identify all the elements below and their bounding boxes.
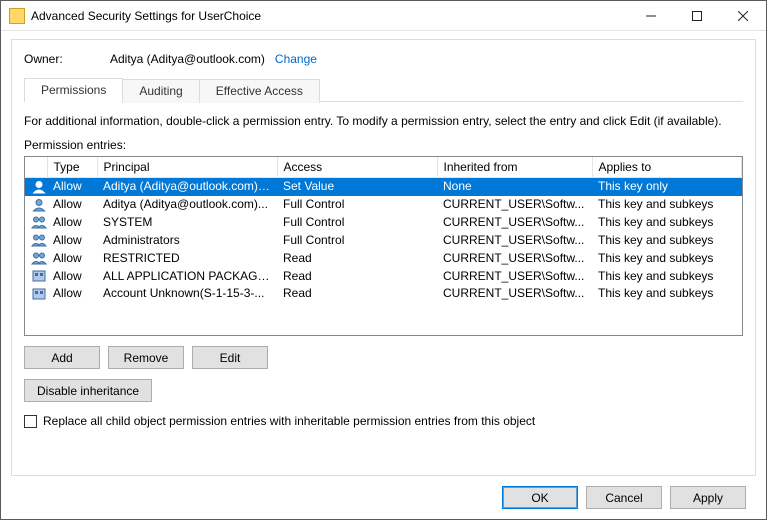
- row-applies: This key and subkeys: [592, 285, 742, 303]
- add-button[interactable]: Add: [24, 346, 100, 369]
- col-access-header[interactable]: Access: [277, 157, 437, 178]
- row-applies: This key and subkeys: [592, 249, 742, 267]
- principal-icon: [31, 215, 47, 229]
- row-access: Read: [277, 249, 437, 267]
- disable-inheritance-button[interactable]: Disable inheritance: [24, 379, 152, 402]
- principal-icon: [31, 180, 47, 194]
- ok-button[interactable]: OK: [502, 486, 578, 509]
- row-applies: This key and subkeys: [592, 231, 742, 249]
- window-title: Advanced Security Settings for UserChoic…: [31, 9, 628, 23]
- row-inherited: CURRENT_USER\Softw...: [437, 267, 592, 285]
- panel: Owner: Aditya (Aditya@outlook.com) Chang…: [11, 39, 756, 476]
- tab-effective-access[interactable]: Effective Access: [199, 79, 320, 103]
- window: Advanced Security Settings for UserChoic…: [0, 0, 767, 520]
- owner-name: Aditya (Aditya@outlook.com): [110, 52, 265, 66]
- close-button[interactable]: [720, 1, 766, 31]
- row-icon-cell: [25, 178, 47, 196]
- inheritance-buttons: Disable inheritance: [24, 379, 743, 402]
- row-icon-cell: [25, 231, 47, 249]
- col-icon-header[interactable]: [25, 157, 47, 178]
- row-inherited: CURRENT_USER\Softw...: [437, 231, 592, 249]
- row-icon-cell: [25, 285, 47, 303]
- row-principal: Administrators: [97, 231, 277, 249]
- row-inherited: None: [437, 178, 592, 196]
- row-access: Read: [277, 267, 437, 285]
- row-principal: Account Unknown(S-1-15-3-...: [97, 285, 277, 303]
- row-type: Allow: [47, 178, 97, 196]
- dialog-buttons: OK Cancel Apply: [11, 476, 756, 519]
- row-principal: RESTRICTED: [97, 249, 277, 267]
- row-access: Full Control: [277, 231, 437, 249]
- permission-table[interactable]: Type Principal Access Inherited from App…: [24, 156, 743, 336]
- row-applies: This key and subkeys: [592, 214, 742, 232]
- table-row[interactable]: AllowSYSTEMFull ControlCURRENT_USER\Soft…: [25, 214, 742, 232]
- edit-button[interactable]: Edit: [192, 346, 268, 369]
- tab-permissions[interactable]: Permissions: [24, 78, 123, 102]
- tabstrip: Permissions Auditing Effective Access: [24, 78, 743, 102]
- owner-row: Owner: Aditya (Aditya@outlook.com) Chang…: [24, 52, 743, 66]
- col-principal-header[interactable]: Principal: [97, 157, 277, 178]
- row-type: Allow: [47, 285, 97, 303]
- row-applies: This key and subkeys: [592, 196, 742, 214]
- cancel-button[interactable]: Cancel: [586, 486, 662, 509]
- row-principal: Aditya (Aditya@outlook.com)...: [97, 196, 277, 214]
- table-row[interactable]: AllowAccount Unknown(S-1-15-3-...ReadCUR…: [25, 285, 742, 303]
- entries-label: Permission entries:: [24, 138, 743, 152]
- row-type: Allow: [47, 249, 97, 267]
- row-access: Read: [277, 285, 437, 303]
- minimize-button[interactable]: [628, 1, 674, 31]
- replace-checkbox-row: Replace all child object permission entr…: [24, 414, 743, 428]
- change-owner-link[interactable]: Change: [275, 52, 317, 66]
- row-icon-cell: [25, 214, 47, 232]
- principal-icon: [31, 287, 47, 301]
- tab-auditing[interactable]: Auditing: [122, 79, 199, 103]
- table-row[interactable]: AllowAditya (Aditya@outlook.com)...Full …: [25, 196, 742, 214]
- remove-button[interactable]: Remove: [108, 346, 184, 369]
- entry-buttons: Add Remove Edit: [24, 346, 743, 369]
- row-inherited: CURRENT_USER\Softw...: [437, 285, 592, 303]
- row-type: Allow: [47, 231, 97, 249]
- col-type-header[interactable]: Type: [47, 157, 97, 178]
- row-type: Allow: [47, 196, 97, 214]
- principal-icon: [31, 198, 47, 212]
- owner-label: Owner:: [24, 52, 110, 66]
- principal-icon: [31, 269, 47, 283]
- row-principal: SYSTEM: [97, 214, 277, 232]
- row-type: Allow: [47, 214, 97, 232]
- row-icon-cell: [25, 249, 47, 267]
- row-type: Allow: [47, 267, 97, 285]
- table-row[interactable]: AllowAditya (Aditya@outlook.com) ...Set …: [25, 178, 742, 196]
- col-inherited-header[interactable]: Inherited from: [437, 157, 592, 178]
- titlebar: Advanced Security Settings for UserChoic…: [1, 1, 766, 31]
- row-access: Full Control: [277, 214, 437, 232]
- table-row[interactable]: AllowRESTRICTEDReadCURRENT_USER\Softw...…: [25, 249, 742, 267]
- principal-icon: [31, 251, 47, 265]
- row-applies: This key only: [592, 178, 742, 196]
- info-text: For additional information, double-click…: [24, 114, 743, 128]
- col-applies-header[interactable]: Applies to: [592, 157, 742, 178]
- row-icon-cell: [25, 196, 47, 214]
- row-principal: ALL APPLICATION PACKAGES: [97, 267, 277, 285]
- row-inherited: CURRENT_USER\Softw...: [437, 196, 592, 214]
- principal-icon: [31, 233, 47, 247]
- row-access: Set Value: [277, 178, 437, 196]
- row-inherited: CURRENT_USER\Softw...: [437, 214, 592, 232]
- shield-icon: [9, 8, 25, 24]
- row-principal: Aditya (Aditya@outlook.com) ...: [97, 178, 277, 196]
- row-inherited: CURRENT_USER\Softw...: [437, 249, 592, 267]
- row-access: Full Control: [277, 196, 437, 214]
- table-row[interactable]: AllowAdministratorsFull ControlCURRENT_U…: [25, 231, 742, 249]
- replace-checkbox[interactable]: [24, 415, 37, 428]
- apply-button[interactable]: Apply: [670, 486, 746, 509]
- content: Owner: Aditya (Aditya@outlook.com) Chang…: [1, 31, 766, 519]
- maximize-button[interactable]: [674, 1, 720, 31]
- table-row[interactable]: AllowALL APPLICATION PACKAGESReadCURRENT…: [25, 267, 742, 285]
- row-applies: This key and subkeys: [592, 267, 742, 285]
- table-header-row: Type Principal Access Inherited from App…: [25, 157, 742, 178]
- row-icon-cell: [25, 267, 47, 285]
- replace-checkbox-label: Replace all child object permission entr…: [43, 414, 535, 428]
